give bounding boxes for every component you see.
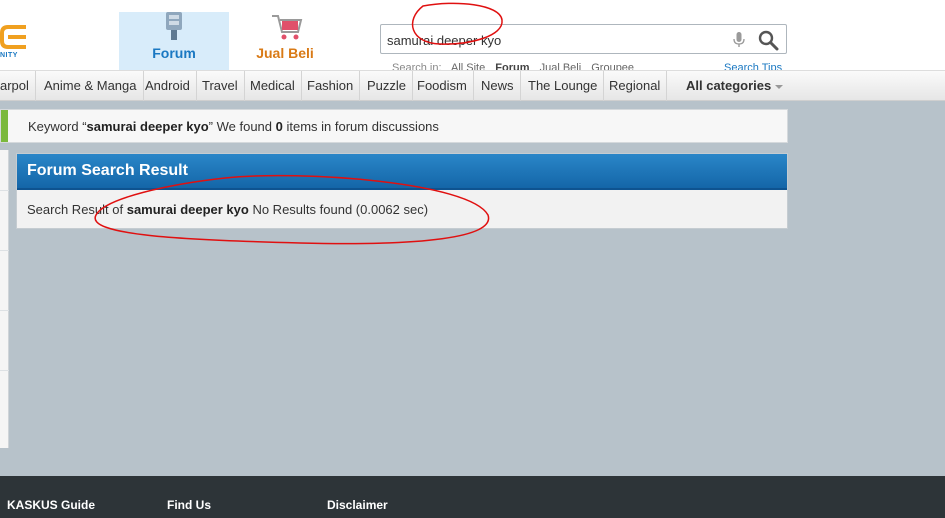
shopping-cart-icon	[270, 12, 303, 42]
all-categories-label: All categories	[686, 78, 772, 93]
category-item[interactable]: The Lounge	[522, 71, 605, 101]
category-item[interactable]: Regional	[603, 71, 668, 101]
category-item[interactable]: Travel	[196, 71, 245, 101]
keyword-term: samurai deeper kyo	[86, 119, 209, 134]
microphone-icon[interactable]	[733, 32, 745, 48]
category-bar: arpol Anime & Manga Android Travel Medic…	[0, 70, 945, 101]
logo-caption: NITY	[0, 52, 18, 59]
category-item[interactable]: Anime & Manga	[38, 71, 144, 101]
tab-forum-label: Forum	[152, 45, 196, 61]
category-item[interactable]: Android	[139, 71, 197, 101]
top-strip	[0, 0, 945, 12]
result-suffix: No Results found (0.0062 sec)	[248, 202, 429, 217]
all-categories-dropdown[interactable]: All categories	[680, 71, 789, 101]
forum-search-result-panel: Forum Search Result Search Result of sam…	[16, 153, 788, 229]
tab-jual-beli[interactable]: Jual Beli	[230, 12, 340, 70]
result-prefix: Search Result of	[27, 202, 127, 217]
result-count: 0	[275, 119, 283, 134]
site-header: NITY Forum Jual Beli samurai deeper kyo …	[0, 12, 945, 74]
site-footer: KASKUS Guide Find Us Disclaimer	[0, 476, 945, 518]
tab-forum[interactable]: Forum	[119, 12, 229, 70]
category-item[interactable]: arpol	[0, 71, 36, 101]
footer-link-find-us[interactable]: Find Us	[167, 498, 211, 512]
left-sidebar-edge	[0, 150, 9, 448]
result-title: Forum Search Result	[27, 162, 188, 179]
keyword-summary-text: Keyword “samurai deeper kyo” We found 0 …	[28, 119, 439, 134]
keyword-summary-bar: Keyword “samurai deeper kyo” We found 0 …	[0, 109, 788, 143]
category-item[interactable]: News	[475, 71, 521, 101]
sidebar-divider	[0, 190, 9, 191]
category-item[interactable]: Puzzle	[361, 71, 414, 101]
keyword-suffix: items in forum discussions	[282, 119, 439, 134]
sidebar-divider	[0, 370, 9, 371]
chevron-down-icon	[775, 84, 784, 89]
result-message: Search Result of samurai deeper kyo No R…	[27, 202, 428, 217]
category-item[interactable]: Foodism	[411, 71, 474, 101]
forum-icon	[159, 12, 189, 42]
result-header: Forum Search Result	[17, 154, 787, 190]
footer-link-disclaimer[interactable]: Disclaimer	[327, 498, 388, 512]
tab-jual-beli-label: Jual Beli	[256, 45, 314, 61]
sidebar-divider	[0, 310, 9, 311]
category-item[interactable]: Medical	[244, 71, 302, 101]
result-keyword: samurai deeper kyo	[126, 202, 249, 217]
search-box	[380, 24, 787, 54]
keyword-accent	[1, 110, 8, 142]
category-item[interactable]: Fashion	[301, 71, 361, 101]
footer-link-kaskus-guide[interactable]: KASKUS Guide	[7, 498, 95, 512]
keyword-prefix: Keyword “	[28, 119, 87, 134]
keyword-middle: ” We found	[208, 119, 276, 134]
sidebar-divider	[0, 250, 9, 251]
search-input[interactable]	[387, 31, 707, 49]
search-icon[interactable]	[757, 29, 779, 51]
